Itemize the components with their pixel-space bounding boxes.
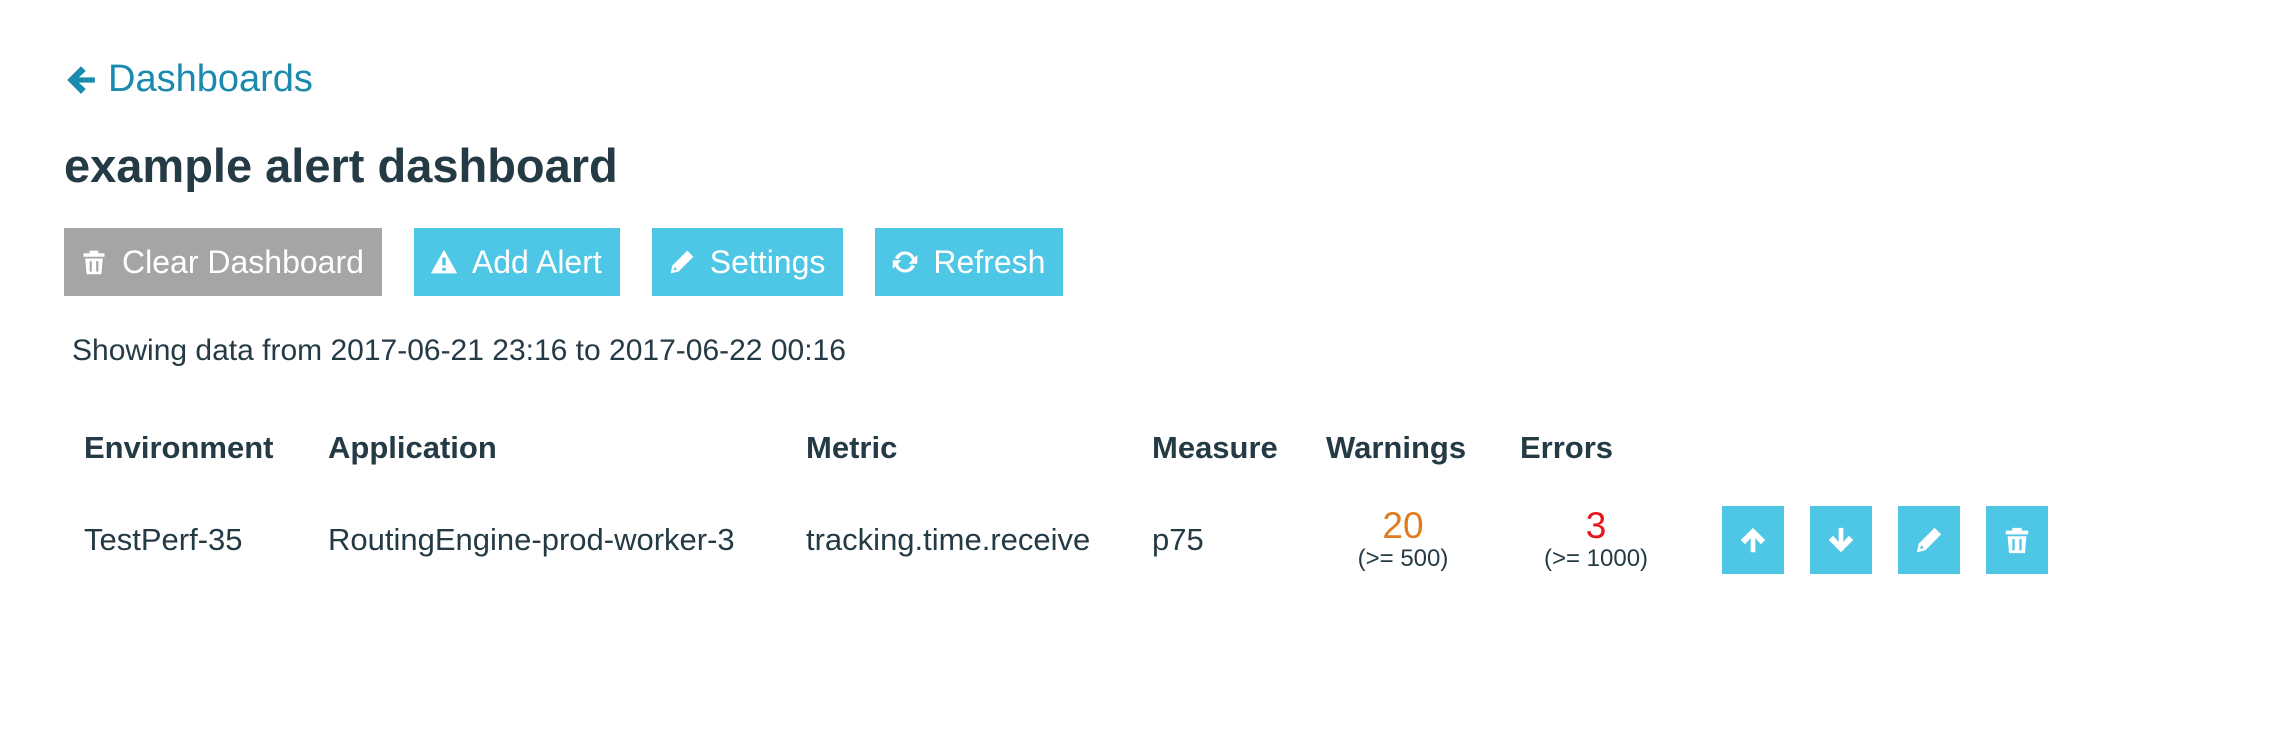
refresh-label: Refresh bbox=[933, 243, 1046, 280]
header-errors: Errors bbox=[1520, 430, 1614, 465]
cell-metric: tracking.time.receive bbox=[806, 522, 1091, 557]
back-link-label[interactable]: Dashboards bbox=[108, 58, 313, 101]
header-metric: Metric bbox=[806, 430, 898, 465]
back-to-dashboards-link[interactable]: Dashboards bbox=[64, 58, 313, 101]
date-range-text: Showing data from 2017-06-21 23:16 to 20… bbox=[72, 334, 846, 367]
alerts-table: Environment Application Metric Measure W… bbox=[64, 418, 2068, 588]
add-alert-button[interactable]: Add Alert bbox=[413, 228, 620, 296]
edit-alert-button[interactable] bbox=[1898, 506, 1960, 574]
trash-icon bbox=[2005, 527, 2029, 554]
arrow-up-icon bbox=[1740, 527, 1766, 553]
cell-measure: p75 bbox=[1152, 522, 1204, 557]
pencil-icon bbox=[1916, 527, 1942, 553]
header-warnings: Warnings bbox=[1326, 430, 1467, 465]
alert-dashboard-page: Dashboards example alert dashboard Clear… bbox=[0, 0, 2274, 738]
settings-label: Settings bbox=[709, 243, 826, 280]
dashboard-toolbar: Clear Dashboard Add Alert Settings Refre… bbox=[64, 228, 1095, 296]
page-title: example alert dashboard bbox=[64, 139, 618, 192]
row-actions bbox=[1712, 506, 2048, 574]
table-row: TestPerf-35 RoutingEngine-prod-worker-3 … bbox=[64, 492, 2068, 588]
warning-triangle-icon bbox=[430, 249, 458, 274]
errors-count: 3 bbox=[1585, 504, 1607, 546]
cell-application: RoutingEngine-prod-worker-3 bbox=[328, 522, 735, 557]
clear-dashboard-button[interactable]: Clear Dashboard bbox=[64, 228, 382, 296]
errors-threshold: (>= 1000) bbox=[1543, 545, 1649, 573]
header-environment: Environment bbox=[84, 430, 274, 465]
move-up-button[interactable] bbox=[1722, 506, 1784, 574]
arrow-down-icon bbox=[1828, 527, 1854, 553]
cell-warnings: 20 (>= 500) bbox=[1306, 492, 1500, 588]
header-measure: Measure bbox=[1152, 430, 1278, 465]
pencil-icon bbox=[670, 250, 694, 274]
settings-button[interactable]: Settings bbox=[651, 228, 844, 296]
warnings-count: 20 bbox=[1382, 504, 1424, 546]
arrow-left-icon bbox=[67, 65, 95, 94]
add-alert-label: Add Alert bbox=[471, 243, 602, 280]
cell-errors: 3 (>= 1000) bbox=[1500, 492, 1692, 588]
refresh-icon bbox=[893, 251, 918, 273]
header-actions bbox=[1692, 418, 2068, 492]
warnings-threshold: (>= 500) bbox=[1357, 545, 1449, 573]
cell-environment: TestPerf-35 bbox=[84, 522, 243, 557]
delete-alert-button[interactable] bbox=[1986, 506, 2048, 574]
clear-dashboard-label: Clear Dashboard bbox=[122, 243, 364, 280]
refresh-button[interactable]: Refresh bbox=[875, 228, 1064, 296]
trash-icon bbox=[83, 250, 105, 275]
cell-actions bbox=[1692, 492, 2068, 588]
header-application: Application bbox=[328, 430, 497, 465]
move-down-button[interactable] bbox=[1810, 506, 1872, 574]
table-header-row: Environment Application Metric Measure W… bbox=[64, 418, 2068, 492]
